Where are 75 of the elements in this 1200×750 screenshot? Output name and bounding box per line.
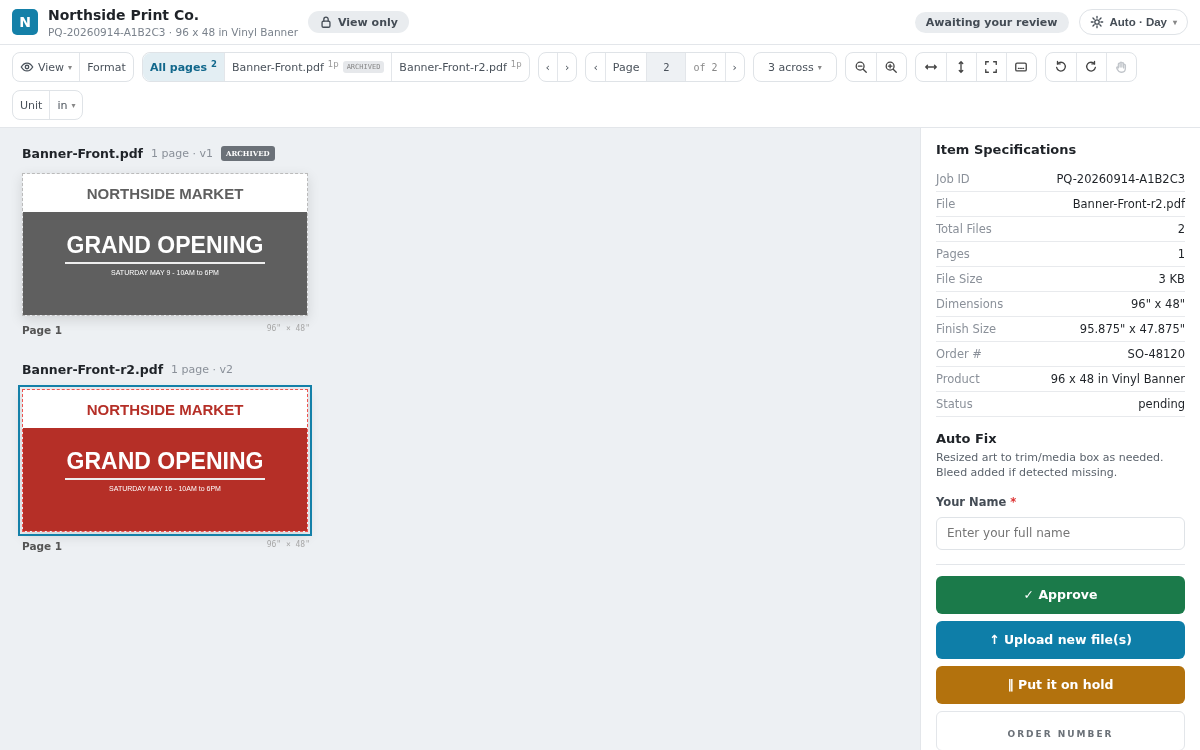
page-field[interactable]: 2 [646,53,686,81]
order-number-label: ORDER NUMBER [1007,728,1114,739]
spec-value: PQ-20260914-A1B2C3 [1056,172,1185,186]
specs-title: Item Specifications [936,142,1078,157]
theme-button[interactable]: Auto · Day ▾ [1078,9,1188,35]
banner-headline: GRAND OPENING [64,232,266,264]
page-size: 96" × 48" [266,540,310,551]
spec-value: 95.875" x 47.875" [1079,322,1185,336]
view-only-badge: View only [308,11,409,33]
spec-label: Product [936,372,980,386]
previous-page-button[interactable]: ‹ [586,53,605,81]
auto-fix-text: Resized art to trim/media box as needed. Bleed added if detected missing. [936,450,1165,481]
page-caption: Page 1 [22,324,63,336]
spec-value: pending [1138,397,1185,411]
spec-label: File [936,197,956,211]
page-size: 96" × 48" [266,324,310,335]
spec-label: Job ID [936,172,970,186]
name-input[interactable]: Enter your full name [936,516,1185,550]
spec-value: 96" x 48" [1131,297,1185,311]
banner-top-text: NORTHSIDE MARKET [86,184,244,202]
format-button[interactable]: Format [79,53,133,81]
auto-fix-title: Auto Fix [936,431,998,446]
spec-value: 3 KB [1158,272,1185,286]
file-tab[interactable]: Banner-Front-r2.pdf 1p [391,53,529,81]
caption-icon [1014,60,1029,74]
hand-icon [1114,60,1129,74]
spec-value: 1 [1177,247,1185,261]
zoom-in-icon [884,60,899,74]
spec-label: Order # [936,347,982,361]
fullscreen-icon [984,60,999,74]
spec-label: Status [936,397,973,411]
eye-icon [20,60,34,74]
banner-headline: GRAND OPENING [64,448,266,480]
sun-icon [1089,15,1104,29]
rotate-left-icon [1053,60,1068,74]
spec-label: Finish Size [936,322,996,336]
required-mark: * [1010,494,1017,509]
spec-label: Total Files [936,222,992,236]
file-meta: 1 page · v1 [151,147,213,160]
file-name: Banner-Front-r2.pdf [22,362,164,377]
spec-label: Dimensions [936,297,1004,311]
rotate-right-icon [1084,60,1099,74]
status-badge: Awaiting your review [914,11,1069,33]
caret-icon: ▾ [1173,17,1177,27]
file-tab[interactable]: All pages 2 [142,53,224,81]
caret-icon: ▾ [68,62,73,72]
layout-select[interactable]: 3 across ▾ [753,53,836,81]
spec-value: 96 x 48 in Vinyl Banner [1050,372,1185,386]
page-caption: Page 1 [22,540,63,552]
upload-button[interactable]: ↑ Upload new file(s) [936,620,1185,659]
next-button[interactable]: › [557,53,577,81]
logo: N [12,9,38,35]
spec-label: File Size [936,272,983,286]
hold-button[interactable]: ‖ Put it on hold [936,665,1185,704]
spec-value: SO-48120 [1127,347,1185,361]
view-menu[interactable]: View ▾ [13,53,80,81]
zoom-out-icon [853,60,868,74]
caret-icon: ▾ [817,62,822,72]
name-label: Your Name [936,494,1007,509]
job-subtitle: PQ-20260914-A1B2C3 · 96 x 48 in Vinyl Banner [48,25,299,38]
banner-top-text: NORTHSIDE MARKET [86,400,244,418]
caret-icon: ▾ [71,100,76,110]
lock-icon [319,15,334,29]
company-name: Northside Print Co. [48,6,201,23]
spec-label: Pages [936,247,970,261]
next-page-button[interactable]: › [724,53,744,81]
file-meta: 1 page · v2 [171,363,234,376]
approve-button[interactable]: ✓ Approve [936,575,1185,614]
spec-value: 2 [1177,222,1185,236]
unit-select[interactable]: in ▾ [49,91,83,119]
page-total: of 2 [685,53,725,81]
spec-value: Banner-Front-r2.pdf [1072,197,1185,211]
previous-button[interactable]: ‹ [538,53,557,81]
unit-label: Unit [19,97,44,114]
file-name: Banner-Front.pdf [22,146,144,161]
